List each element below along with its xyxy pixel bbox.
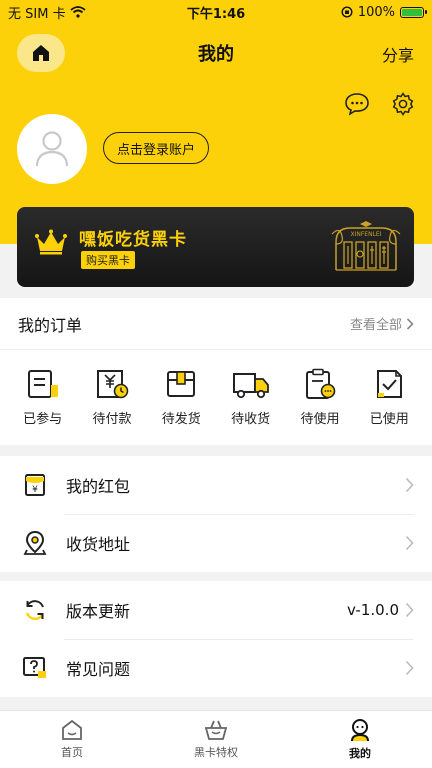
order-status-label: 待收货 [231, 412, 271, 427]
status-time: 下午1:46 [186, 6, 246, 22]
to-use-icon [305, 368, 336, 399]
pending-shipment-icon [167, 371, 196, 397]
black-card-banner[interactable]: 嘿饭吃货黑卡 购买黑卡 XINFENLEI [17, 207, 414, 287]
order-status-participated[interactable]: 已参与 [13, 368, 73, 427]
tab-profile[interactable]: 我的 [288, 711, 432, 768]
menu-item-label: 常见问题 [66, 660, 131, 679]
basket-icon [204, 720, 228, 740]
red-packet-icon: ¥ [22, 472, 48, 498]
menu-item-label: 版本更新 [66, 602, 131, 621]
black-card-logo-text: XINFENLEI [350, 231, 381, 238]
orders-section: 我的订单 查看全部 已参与 待付款 待发货 待收货 待使用 已使用 [0, 298, 432, 445]
status-right: 100% [284, 4, 427, 20]
crown-icon [35, 229, 67, 255]
location-icon [22, 530, 48, 556]
buy-black-card-button[interactable]: 购买黑卡 [81, 251, 135, 269]
carrier-label: 无 SIM 卡 [8, 6, 66, 22]
participated-icon [27, 370, 58, 398]
order-status-label: 已参与 [23, 412, 63, 427]
menu-item-faq[interactable]: 常见问题 [0, 639, 432, 697]
order-status-label: 待付款 [92, 412, 132, 427]
version-value: v-1.0.0 [346, 601, 399, 619]
menu-item-address[interactable]: 收货地址 [0, 514, 432, 572]
order-status-pending-receipt[interactable]: 待收货 [221, 368, 281, 427]
profile-tab-icon [351, 719, 369, 742]
order-status-pending-payment[interactable]: 待付款 [82, 368, 142, 427]
menu-item-label: 我的红包 [66, 477, 131, 496]
status-bar: 无 SIM 卡 下午1:46 100% [0, 0, 432, 24]
orientation-lock-icon [341, 6, 353, 18]
order-status-label: 待使用 [300, 412, 340, 427]
user-placeholder-icon [35, 131, 69, 167]
view-all-label: 查看全部 [349, 318, 402, 333]
pending-payment-icon [96, 370, 129, 399]
order-status-label: 待发货 [161, 412, 201, 427]
bottom-tab-bar: 首页 黑卡特权 我的 [0, 710, 432, 768]
status-left: 无 SIM 卡 [8, 3, 148, 22]
tab-label: 首页 [61, 746, 83, 759]
order-status-used[interactable]: 已使用 [359, 368, 419, 427]
orders-title: 我的订单 [18, 315, 83, 335]
menu-group-settings: 版本更新 v-1.0.0 常见问题 [0, 581, 432, 697]
svg-text:¥: ¥ [32, 485, 38, 495]
home-tab-icon [62, 719, 82, 740]
menu-item-version-update[interactable]: 版本更新 v-1.0.0 [0, 581, 432, 639]
order-status-pending-shipment[interactable]: 待发货 [151, 368, 211, 427]
black-card-title: 嘿饭吃货黑卡 [79, 230, 187, 250]
chevron-right-icon [405, 535, 414, 551]
menu-item-red-packet[interactable]: ¥ 我的红包 [0, 456, 432, 514]
battery-percent: 100% [357, 4, 395, 20]
tab-label: 黑卡特权 [194, 746, 238, 759]
order-status-to-use[interactable]: 待使用 [290, 368, 350, 427]
page-title: 我的 [198, 44, 234, 65]
black-card-logo: XINFENLEI [331, 221, 401, 271]
refresh-icon [22, 597, 48, 623]
share-button[interactable]: 分享 [382, 42, 414, 66]
tab-black-card-privileges[interactable]: 黑卡特权 [144, 711, 288, 768]
chevron-right-icon [405, 602, 414, 618]
faq-icon [22, 655, 48, 681]
menu-group-wallet: ¥ 我的红包 收货地址 [0, 456, 432, 572]
pending-receipt-icon [232, 373, 269, 399]
chevron-right-icon [406, 317, 414, 330]
order-status-label: 已使用 [369, 412, 409, 427]
chevron-right-icon [405, 660, 414, 676]
battery-icon [400, 6, 427, 18]
used-icon [377, 370, 403, 398]
chevron-right-icon [405, 477, 414, 493]
menu-item-label: 收货地址 [66, 535, 131, 554]
avatar[interactable] [17, 114, 87, 184]
settings-gear-icon[interactable] [391, 92, 415, 116]
wifi-icon [69, 6, 86, 18]
tab-label: 我的 [349, 747, 371, 760]
login-button[interactable]: 点击登录账户 [103, 132, 210, 164]
order-status-row: 已参与 待付款 待发货 待收货 待使用 已使用 [0, 350, 432, 427]
battery-fill [402, 8, 422, 16]
view-all-orders-link[interactable]: 查看全部 [350, 314, 414, 333]
orders-header[interactable]: 我的订单 查看全部 [0, 298, 432, 350]
message-icon[interactable] [344, 92, 370, 116]
tab-home[interactable]: 首页 [0, 711, 144, 768]
